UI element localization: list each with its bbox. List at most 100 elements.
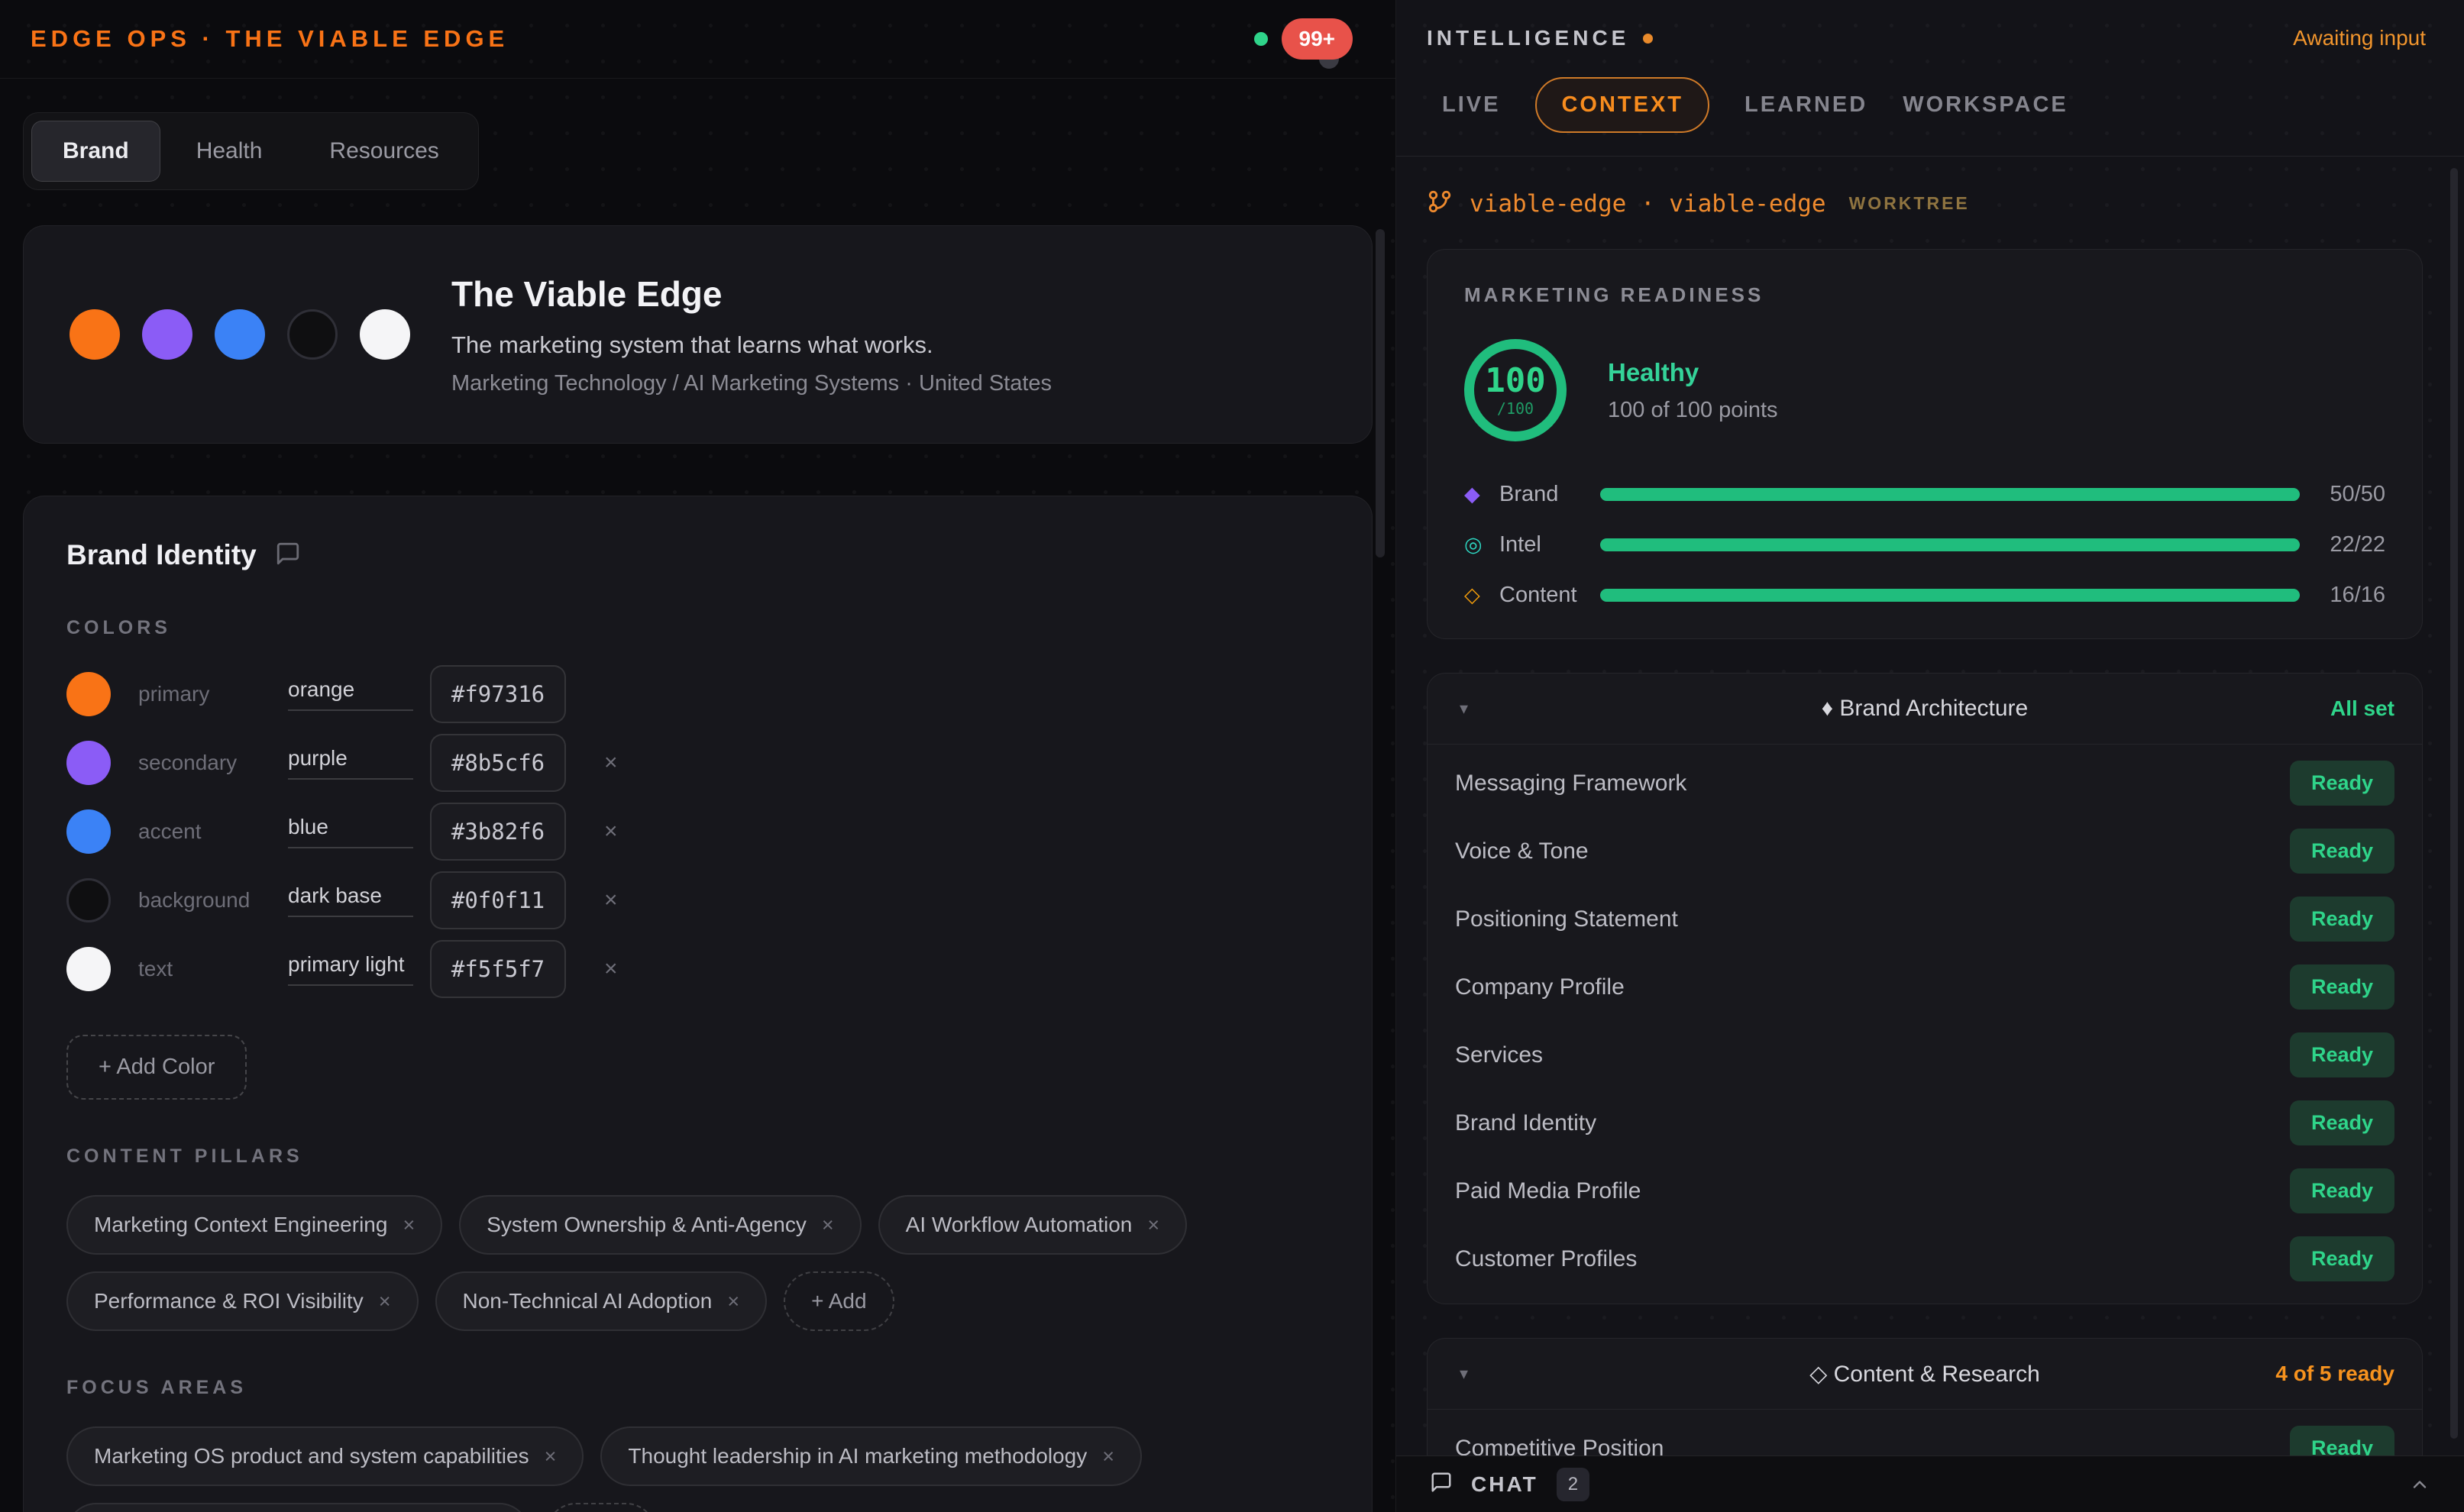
- worktree-branch[interactable]: viable-edge · viable-edge: [1470, 190, 1826, 218]
- chip-remove-icon[interactable]: ×: [379, 1290, 391, 1313]
- section-header[interactable]: ▾ ◇ Content & Research 4 of 5 ready: [1428, 1339, 2422, 1410]
- marketing-readiness-card: MARKETING READINESS 100 /100 Healthy 100…: [1427, 249, 2423, 639]
- context-item-label: Paid Media Profile: [1455, 1178, 1641, 1204]
- context-item-row[interactable]: Positioning Statement Ready: [1455, 885, 2394, 953]
- brand-swatch-row: [70, 309, 410, 360]
- color-row: background ×: [66, 877, 1329, 923]
- tag-chip[interactable]: Founder story and practitioner credibili…: [66, 1503, 529, 1512]
- content-pillars-label: CONTENT PILLARS: [66, 1145, 1329, 1168]
- context-item-row[interactable]: Paid Media Profile Ready: [1455, 1157, 2394, 1225]
- brand-color-swatch: [142, 309, 192, 360]
- intelligence-tab[interactable]: LEARNED: [1745, 92, 1867, 118]
- tag-chip[interactable]: Marketing Context Engineering ×: [66, 1195, 442, 1255]
- collapse-caret-icon[interactable]: ▾: [1455, 698, 1489, 719]
- bullseye-icon: ◎: [1464, 533, 1499, 557]
- brand-meta: Marketing Technology / AI Marketing Syst…: [451, 371, 1052, 396]
- color-hex-input[interactable]: [430, 871, 566, 929]
- notification-badge[interactable]: 99+: [1282, 18, 1353, 60]
- color-hex-input[interactable]: [430, 665, 566, 723]
- context-item-row[interactable]: Services Ready: [1455, 1021, 2394, 1089]
- notification-cluster[interactable]: 99+: [1254, 18, 1353, 60]
- color-name-input[interactable]: [288, 884, 413, 917]
- diamond-filled-icon: ◆: [1464, 483, 1499, 506]
- left-tab[interactable]: Health: [165, 121, 294, 182]
- color-name-input[interactable]: [288, 952, 413, 986]
- intelligence-tab[interactable]: LIVE: [1442, 92, 1500, 118]
- brand-title: The Viable Edge: [451, 273, 1052, 315]
- color-name-input[interactable]: [288, 677, 413, 711]
- right-scrollbar-thumb[interactable]: [2450, 168, 2458, 1439]
- app-title: EDGE OPS · THE VIABLE EDGE: [31, 25, 509, 53]
- comment-bubble-icon[interactable]: [275, 541, 301, 570]
- chip-remove-icon[interactable]: ×: [1147, 1213, 1159, 1237]
- readiness-row-label: Content: [1499, 583, 1600, 608]
- color-hex-input[interactable]: [430, 940, 566, 998]
- chat-bubble-icon: [1430, 1471, 1453, 1497]
- context-item-row[interactable]: Messaging Framework Ready: [1455, 749, 2394, 817]
- context-item-row[interactable]: Voice & Tone Ready: [1455, 817, 2394, 885]
- tag-chip[interactable]: Thought leadership in AI marketing metho…: [600, 1426, 1142, 1486]
- chat-bar-toggle[interactable]: CHAT 2: [1396, 1455, 2464, 1512]
- context-item-label: Company Profile: [1455, 974, 1625, 1000]
- remove-color-button[interactable]: ×: [600, 818, 622, 845]
- color-hex-input[interactable]: [430, 734, 566, 792]
- color-role-label: primary: [138, 682, 288, 706]
- chat-label: CHAT: [1471, 1472, 1538, 1497]
- context-item-row[interactable]: Customer Profiles Ready: [1455, 1225, 2394, 1293]
- color-row: accent ×: [66, 809, 1329, 855]
- worktree-row[interactable]: viable-edge · viable-edge WORKTREE: [1427, 189, 2423, 218]
- color-name-input[interactable]: [288, 815, 413, 848]
- collapse-caret-icon[interactable]: ▾: [1455, 1363, 1489, 1384]
- color-swatch[interactable]: [66, 672, 111, 716]
- tag-chip[interactable]: System Ownership & Anti-Agency ×: [459, 1195, 861, 1255]
- color-swatch[interactable]: [66, 741, 111, 785]
- remove-color-button[interactable]: ×: [600, 749, 622, 777]
- chip-label: System Ownership & Anti-Agency: [487, 1213, 807, 1237]
- brand-summary-card: The Viable Edge The marketing system tha…: [23, 225, 1373, 444]
- add-chip-button[interactable]: + Add: [784, 1271, 894, 1331]
- readiness-progress-bar: [1600, 538, 2300, 551]
- section-header[interactable]: ▾ ♦ Brand Architecture All set: [1428, 674, 2422, 745]
- tag-chip[interactable]: Marketing OS product and system capabili…: [66, 1426, 584, 1486]
- tag-chip[interactable]: AI Workflow Automation ×: [878, 1195, 1188, 1255]
- color-swatch[interactable]: [66, 878, 111, 922]
- intelligence-tab[interactable]: CONTEXT: [1535, 77, 1709, 133]
- brand-text-block: The Viable Edge The marketing system tha…: [451, 273, 1052, 396]
- context-item-label: Messaging Framework: [1455, 771, 1686, 796]
- section-cards: ▾ ♦ Brand Architecture All set Messaging…: [1427, 673, 2423, 1494]
- chip-remove-icon[interactable]: ×: [1102, 1445, 1114, 1468]
- add-color-button[interactable]: + Add Color: [66, 1035, 247, 1100]
- readiness-label: MARKETING READINESS: [1464, 283, 2385, 307]
- left-tab[interactable]: Resources: [298, 121, 470, 182]
- color-hex-input[interactable]: [430, 803, 566, 861]
- chip-label: Non-Technical AI Adoption: [463, 1289, 713, 1313]
- color-role-label: background: [138, 888, 288, 913]
- tag-chip[interactable]: Performance & ROI Visibility ×: [66, 1271, 419, 1331]
- chip-remove-icon[interactable]: ×: [403, 1213, 415, 1237]
- section-title: ◇ Content & Research: [1428, 1361, 2422, 1388]
- ready-status-badge: Ready: [2290, 1168, 2394, 1213]
- section-status: 4 of 5 ready: [2275, 1362, 2394, 1386]
- left-tab[interactable]: Brand: [31, 121, 160, 182]
- color-name-input[interactable]: [288, 746, 413, 780]
- focus-area-chips: Marketing OS product and system capabili…: [66, 1426, 1289, 1512]
- chip-remove-icon[interactable]: ×: [727, 1290, 739, 1313]
- color-swatch[interactable]: [66, 809, 111, 854]
- remove-color-button[interactable]: ×: [600, 955, 622, 983]
- chevron-up-icon[interactable]: [2409, 1474, 2430, 1495]
- chip-remove-icon[interactable]: ×: [822, 1213, 834, 1237]
- context-section-card: ▾ ♦ Brand Architecture All set Messaging…: [1427, 673, 2423, 1304]
- chip-label: Marketing OS product and system capabili…: [94, 1444, 529, 1468]
- left-scrollbar-thumb[interactable]: [1376, 229, 1385, 557]
- intelligence-title: INTELLIGENCE: [1427, 26, 1653, 50]
- intelligence-tab[interactable]: WORKSPACE: [1903, 92, 2068, 118]
- remove-color-button[interactable]: ×: [600, 887, 622, 914]
- health-status: Healthy: [1608, 358, 1778, 387]
- section-status: All set: [2330, 696, 2394, 721]
- add-chip-button[interactable]: + Add: [546, 1503, 656, 1512]
- chip-remove-icon[interactable]: ×: [545, 1445, 557, 1468]
- tag-chip[interactable]: Non-Technical AI Adoption ×: [435, 1271, 768, 1331]
- color-swatch[interactable]: [66, 947, 111, 991]
- context-item-row[interactable]: Company Profile Ready: [1455, 953, 2394, 1021]
- context-item-row[interactable]: Brand Identity Ready: [1455, 1089, 2394, 1157]
